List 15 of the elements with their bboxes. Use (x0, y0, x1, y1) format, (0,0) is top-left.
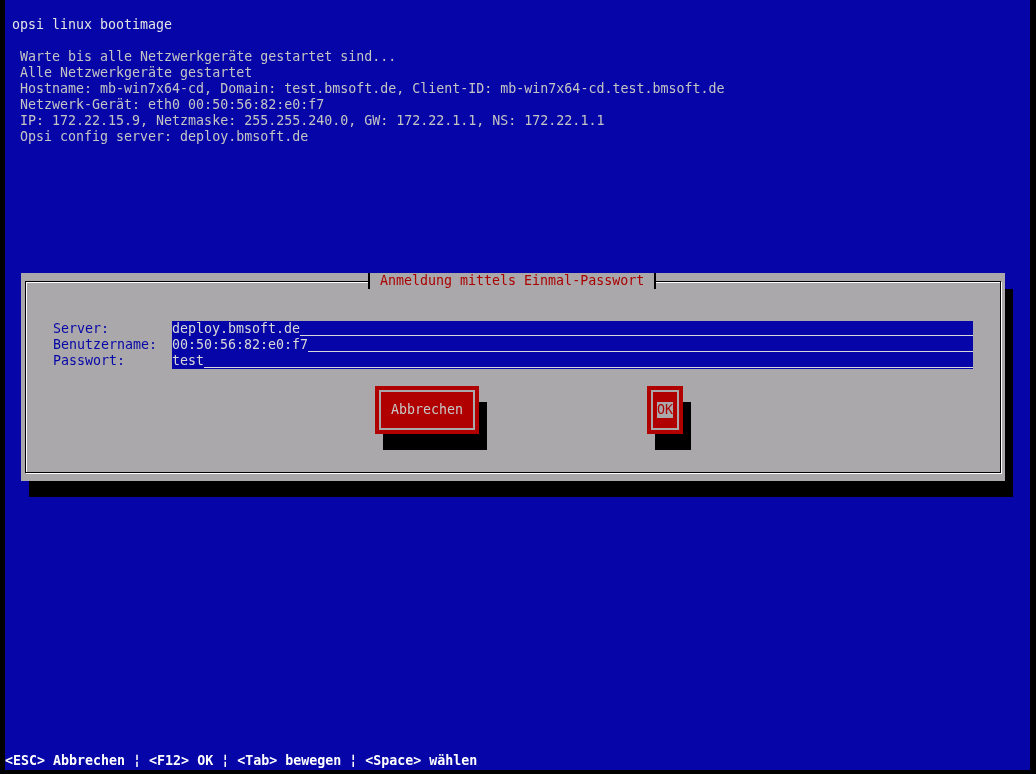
log-line: IP: 172.22.15.9, Netzmaske: 255.255.240.0, GW: 172.22.1.1, NS: 172.22.1.1 (20, 113, 606, 129)
screen-title: opsi linux bootimage (11, 16, 174, 33)
dialog-title: Anmeldung mittels Einmal-Passwort (368, 273, 657, 289)
input-field[interactable]: 00:50:56:82:e0:f7 (172, 337, 973, 353)
input-field[interactable]: deploy.bmsoft.de (172, 321, 973, 337)
field-label: Server: (53, 321, 111, 337)
field-label: Benutzername: (53, 337, 159, 353)
field-label: Passwort: (53, 353, 127, 369)
log-line: Opsi config server: deploy.bmsoft.de (20, 129, 310, 145)
log-line: Hostname: mb-win7x64-cd, Domain: test.bmsoft.de, Client-ID: mb-win7x64-cd.test.bmsoft.de (20, 81, 726, 97)
log-line: Alle Netzwerkgeräte gestartet (20, 65, 254, 81)
status-bar-text: <ESC> Abbrechen ¦ <F12> OK ¦ <Tab> bewegen ¦ <Space> wählen (5, 753, 479, 770)
input-field[interactable]: test (172, 353, 973, 369)
log-line: Warte bis alle Netzwerkgeräte gestartet sind... (20, 49, 398, 65)
log-line: Netzwerk-Gerät: eth0 00:50:56:82:e0:f7 (20, 97, 326, 113)
